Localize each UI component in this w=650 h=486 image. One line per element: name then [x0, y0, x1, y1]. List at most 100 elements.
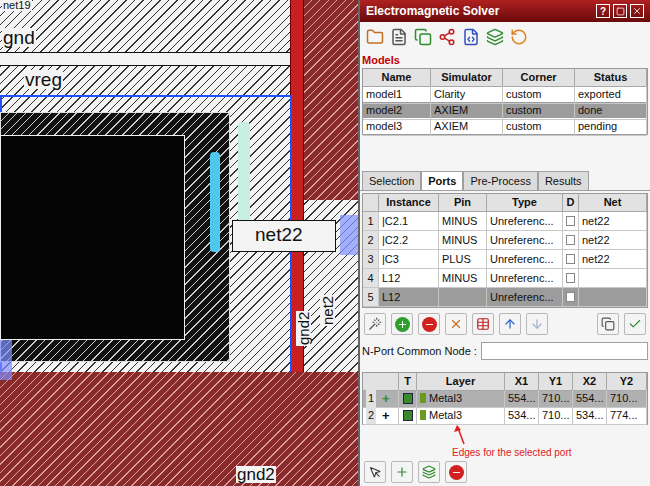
d-checkbox[interactable] — [566, 273, 575, 283]
layout-canvas[interactable]: net19gndvregnet22gnd2net2gnd2 — [0, 0, 358, 486]
net-label: net22 — [254, 225, 304, 244]
net-label: gnd2 — [296, 311, 311, 346]
plus-icon — [397, 319, 408, 330]
add-edge-button[interactable] — [391, 461, 413, 483]
help-button[interactable]: ? — [596, 4, 610, 18]
minus-icon — [424, 319, 435, 330]
wand-button[interactable] — [364, 313, 386, 335]
port-row[interactable]: 2|C2.2MINUSUnreferenc...net22 — [363, 231, 647, 250]
select-button[interactable] — [364, 461, 386, 483]
column-header[interactable]: T — [399, 373, 417, 391]
validate-button[interactable] — [624, 313, 646, 335]
port-type-button[interactable] — [472, 313, 494, 335]
column-header[interactable]: Simulator — [431, 69, 503, 87]
net-label: gnd — [2, 28, 36, 47]
column-header[interactable]: Status — [575, 69, 647, 87]
add-port-button[interactable] — [391, 313, 413, 335]
layer-swatch-icon — [420, 410, 426, 420]
port-row[interactable]: 4L12MINUSUnreferenc... — [363, 269, 647, 288]
restore-button[interactable] — [613, 4, 627, 18]
clear-button[interactable] — [445, 313, 467, 335]
refresh-icon[interactable] — [510, 28, 528, 46]
port-row[interactable]: 1|C2.1MINUSUnreferenc...net22 — [363, 212, 647, 231]
n-port-input[interactable] — [481, 342, 648, 360]
simulate-icon[interactable] — [438, 28, 456, 46]
column-header[interactable]: D — [563, 194, 579, 212]
models-label: Models — [360, 52, 650, 68]
column-header[interactable]: Type — [487, 194, 563, 212]
edges-table: TLayerX1Y1X2Y21+Metal3554...710...554...… — [362, 372, 648, 425]
layer-swatch-icon — [420, 393, 426, 403]
layer-type-icon — [403, 393, 413, 404]
restore-icon — [616, 7, 625, 16]
arrow-icon — [452, 425, 472, 445]
column-header[interactable]: Name — [363, 69, 431, 87]
layers-icon[interactable] — [486, 28, 504, 46]
annotation-text: Edges for the selected port — [452, 445, 572, 460]
arrow-down-icon — [530, 317, 544, 331]
column-header[interactable]: Pin — [439, 194, 487, 212]
tab-bar: SelectionPortsPre-ProcessResults — [360, 171, 650, 191]
via-marker — [340, 215, 358, 255]
toolbar — [360, 22, 650, 52]
column-header[interactable] — [363, 373, 399, 391]
column-header[interactable]: Y2 — [607, 373, 647, 391]
column-header[interactable]: Layer — [417, 373, 505, 391]
column-header[interactable]: Y1 — [539, 373, 573, 391]
close-button[interactable] — [630, 4, 644, 18]
net-label: vreg — [24, 70, 63, 89]
model-row[interactable]: model3AXIEMcustompending — [363, 118, 647, 134]
add-edge-icon — [395, 465, 409, 479]
column-header[interactable]: Instance — [379, 194, 439, 212]
edges-toolbar — [360, 458, 650, 486]
inner-rect — [0, 135, 185, 340]
column-header[interactable]: X2 — [573, 373, 607, 391]
model-row[interactable]: model2AXIEMcustomdone — [363, 102, 647, 118]
maroon-region — [0, 372, 358, 486]
check-grid-icon — [628, 317, 642, 331]
pointer-icon — [369, 466, 382, 479]
annotation-area: Edges for the selected port — [360, 425, 650, 458]
close-icon — [632, 6, 642, 16]
port-row[interactable]: 3|C3PLUSUnreferenc...net22 — [363, 250, 647, 269]
port-row[interactable]: 5L12Unreferenc... — [363, 288, 647, 307]
solver-panel: Electromagnetic Solver? ModelsNameSimulat… — [360, 0, 650, 486]
tab[interactable]: Results — [538, 171, 589, 190]
d-checkbox[interactable] — [566, 216, 575, 226]
duplicate-icon[interactable] — [414, 28, 432, 46]
maroon-region — [304, 0, 358, 200]
models-table: NameSimulatorCornerStatusmodel1Claritycu… — [362, 68, 648, 135]
new-model-icon[interactable] — [366, 28, 384, 46]
add-edges-button[interactable] — [418, 461, 440, 483]
ports-table: InstancePinTypeDNet1|C2.1MINUSUnreferenc… — [362, 193, 648, 308]
tab[interactable]: Pre-Process — [463, 171, 538, 190]
edge-row[interactable]: 2+Metal3534...710...534...774... — [363, 407, 647, 424]
d-checkbox[interactable] — [566, 292, 575, 302]
copy-icon — [601, 317, 615, 331]
port-icon — [476, 317, 490, 331]
remove-port-button[interactable] — [418, 313, 440, 335]
arrow-up-icon — [503, 317, 517, 331]
document-icon[interactable] — [390, 28, 408, 46]
copy-button[interactable] — [597, 313, 619, 335]
column-header[interactable]: Corner — [503, 69, 575, 87]
d-checkbox[interactable] — [566, 254, 575, 264]
move-up-button[interactable] — [499, 313, 521, 335]
port-edge-cyan — [210, 152, 220, 252]
model-row[interactable]: model1Claritycustomexported — [363, 86, 647, 102]
export-icon[interactable] — [462, 28, 480, 46]
column-header[interactable]: Net — [579, 194, 647, 212]
via-marker — [0, 340, 12, 380]
title-bar: Electromagnetic Solver? — [360, 0, 650, 22]
tab[interactable]: Selection — [362, 171, 421, 190]
remove-edge-button[interactable] — [445, 461, 467, 483]
wand-icon — [368, 317, 382, 331]
tab[interactable]: Ports — [421, 171, 463, 190]
d-checkbox[interactable] — [566, 235, 575, 245]
move-down-button[interactable] — [526, 313, 548, 335]
column-header[interactable]: X1 — [505, 373, 539, 391]
cross-icon — [449, 317, 463, 331]
edge-row[interactable]: 1+Metal3554...710...554...710... — [363, 390, 647, 407]
red-trace — [290, 0, 304, 420]
n-port-row: N-Port Common Node : — [360, 340, 650, 362]
